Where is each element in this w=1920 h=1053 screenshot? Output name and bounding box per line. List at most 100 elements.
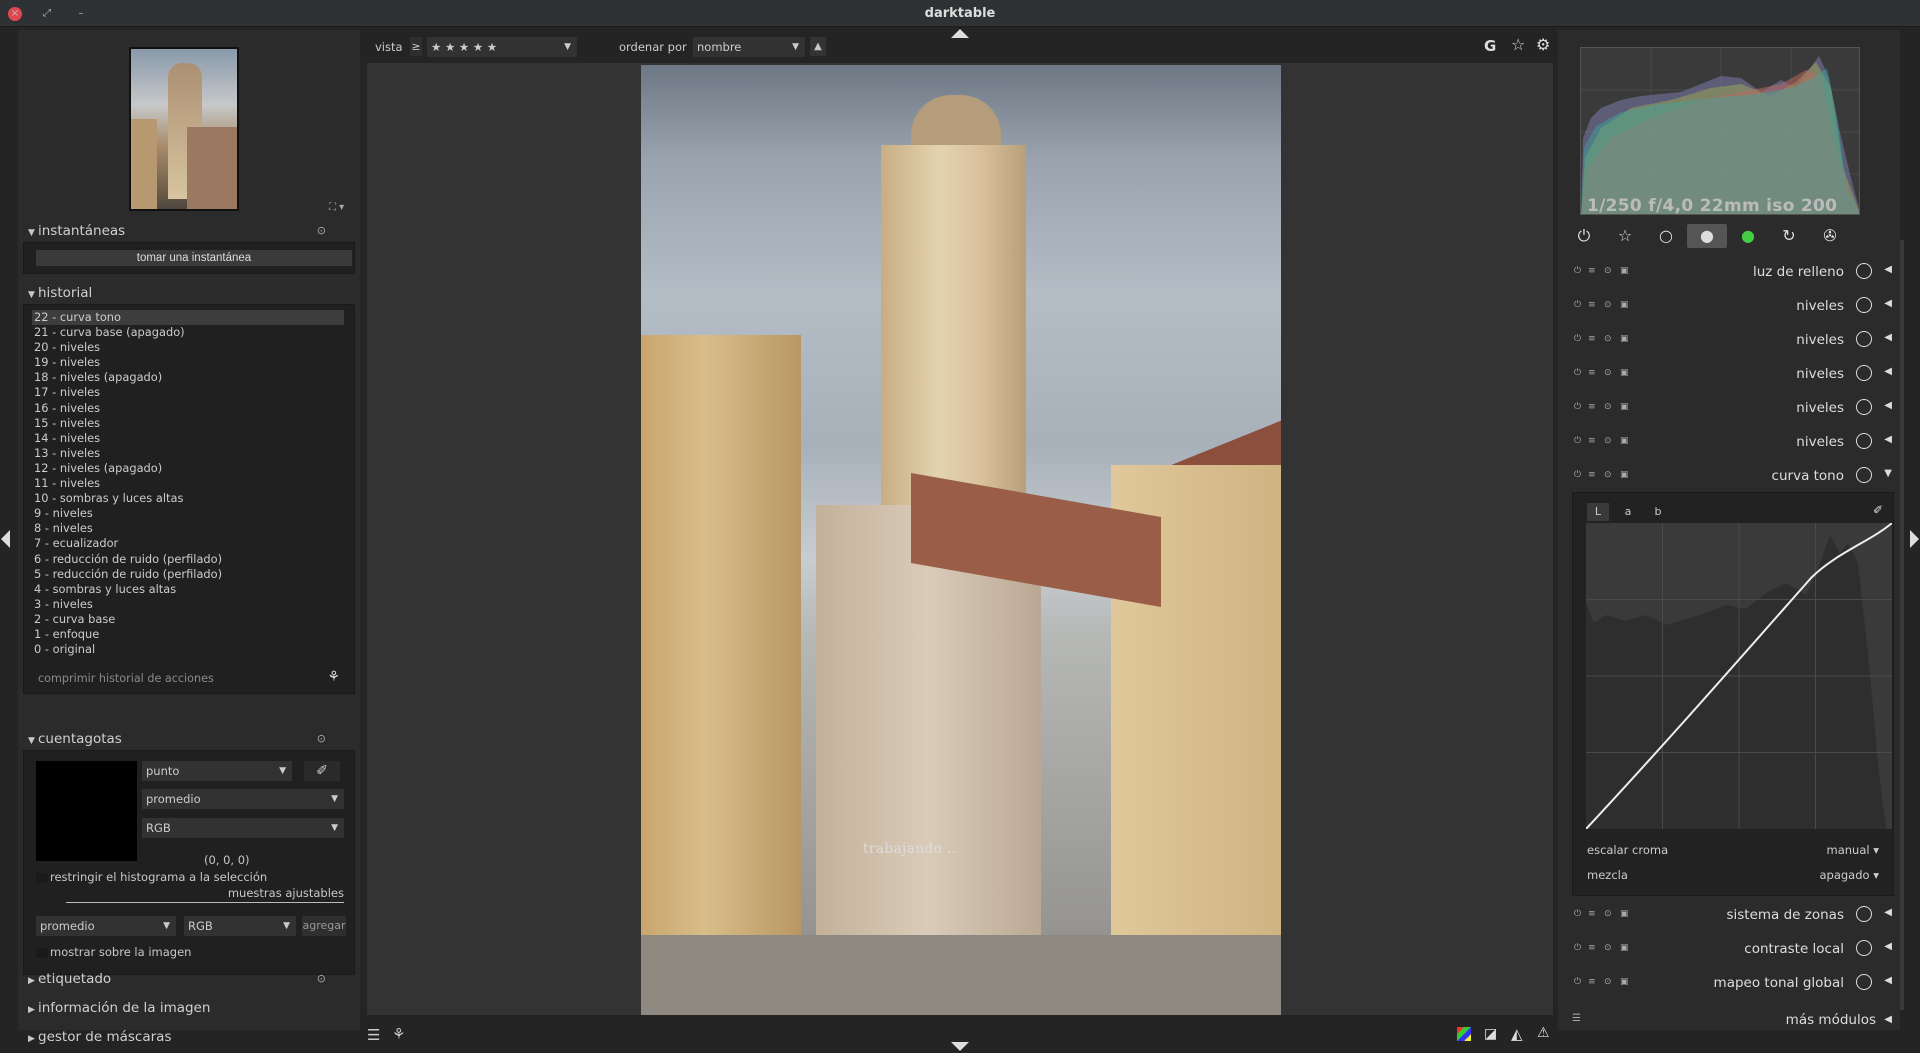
snapshots-header[interactable]: ▼ instantáneas ⊙ — [18, 220, 360, 242]
presets-menu-icon[interactable]: ≡ — [1588, 266, 1596, 276]
eyedropper-icon[interactable]: ✐ — [1873, 503, 1883, 517]
compress-history-button[interactable]: comprimir historial de acciones — [38, 672, 214, 685]
basic-group-circle-icon[interactable]: ○ — [1646, 224, 1686, 248]
history-item[interactable]: 9 - niveles — [24, 506, 354, 521]
color-assessment-icon[interactable] — [1457, 1027, 1471, 1041]
clipping-indicator-icon[interactable]: ◪ — [1484, 1026, 1497, 1042]
eyedropper-button[interactable]: ✐ — [304, 761, 340, 781]
quick-access-menu-icon[interactable]: ☰ — [367, 1026, 380, 1044]
history-item[interactable]: 22 - curva tono — [32, 310, 344, 326]
reset-icon[interactable]: ⊙ — [1604, 909, 1612, 919]
blend-select[interactable]: apagado ▾ — [1819, 868, 1879, 882]
reset-icon[interactable]: ⊙ — [1604, 266, 1612, 276]
image-info-header[interactable]: ▶ información de la imagen — [18, 997, 360, 1019]
power-icon[interactable]: ⏻ — [1574, 977, 1581, 987]
tab-b[interactable]: b — [1647, 503, 1669, 521]
multi-instance-icon[interactable]: ▣ — [1620, 368, 1629, 378]
power-icon[interactable]: ⏻ — [1574, 943, 1581, 953]
chevron-down-icon[interactable]: ▼ — [1884, 468, 1892, 479]
presets-menu-icon[interactable]: ≡ — [1588, 943, 1596, 953]
sample-statistic-select[interactable]: promedio ▼ — [36, 916, 176, 936]
toggle-right-panel-arrow[interactable] — [1910, 530, 1919, 548]
image-canvas[interactable]: trabajando .. — [367, 63, 1553, 1015]
grouping-button[interactable]: G — [1484, 37, 1496, 55]
history-item[interactable]: 6 - reducción de ruido (perfilado) — [24, 552, 354, 567]
history-item[interactable]: 20 - niveles — [24, 340, 354, 355]
presets-menu-icon[interactable]: ≡ — [1588, 402, 1596, 412]
chevron-left-icon[interactable]: ◀ — [1884, 400, 1892, 411]
history-item[interactable]: 10 - sombras y luces altas — [24, 491, 354, 506]
sort-select[interactable]: nombre ▼ — [693, 37, 805, 57]
presets-menu-icon[interactable]: ≡ — [1588, 368, 1596, 378]
reset-icon[interactable]: ⊙ — [1604, 334, 1612, 344]
chevron-left-icon[interactable]: ◀ — [1884, 941, 1892, 952]
photo-preview[interactable]: trabajando .. — [641, 65, 1281, 1015]
module-header[interactable]: ⏻ ≡ ⊙ ▣ niveles ◀ — [1566, 392, 1896, 426]
module-header[interactable]: ⏻ ≡ ⊙ ▣ luz de relleno ◀ — [1566, 256, 1896, 290]
history-item[interactable]: 16 - niveles — [24, 401, 354, 416]
multi-instance-icon[interactable]: ▣ — [1620, 470, 1629, 480]
history-item[interactable]: 2 - curva base — [24, 612, 354, 627]
reset-icon[interactable]: ⊙ — [1604, 977, 1612, 987]
module-header[interactable]: ⏻ ≡ ⊙ ▣ niveles ◀ — [1566, 290, 1896, 324]
power-icon[interactable]: ⏻ — [1574, 334, 1581, 344]
color-model-select[interactable]: RGB ▼ — [142, 818, 344, 838]
history-item[interactable]: 15 - niveles — [24, 416, 354, 431]
tone-curve-graph[interactable] — [1585, 522, 1893, 830]
styles-icon[interactable]: ⚘ — [392, 1025, 405, 1043]
take-snapshot-button[interactable]: tomar una instantánea — [36, 250, 352, 266]
history-item[interactable]: 18 - niveles (apagado) — [24, 370, 354, 385]
history-item[interactable]: 4 - sombras y luces altas — [24, 582, 354, 597]
chevron-left-icon[interactable]: ◀ — [1884, 298, 1892, 309]
reset-icon[interactable]: ⊙ — [1604, 943, 1612, 953]
statistic-select[interactable]: promedio ▼ — [142, 789, 344, 809]
history-item[interactable]: 17 - niveles — [24, 385, 354, 400]
power-icon[interactable]: ⏻ — [1574, 909, 1581, 919]
multi-instance-icon[interactable]: ▣ — [1620, 977, 1629, 987]
reset-icon[interactable]: ⊙ — [317, 728, 326, 750]
multi-instance-icon[interactable]: ▣ — [1620, 943, 1629, 953]
module-header[interactable]: ⏻ ≡ ⊙ ▣ curva tono ▼ — [1566, 460, 1896, 494]
chevron-left-icon[interactable]: ◀ — [1884, 907, 1892, 918]
chevron-left-icon[interactable]: ◀ — [1884, 332, 1892, 343]
zoom-dropdown[interactable]: ⛶ ▾ — [329, 202, 344, 213]
power-icon[interactable]: ⏻ — [1574, 470, 1581, 480]
sample-model-select[interactable]: RGB ▼ — [184, 916, 296, 936]
history-item[interactable]: 14 - niveles — [24, 431, 354, 446]
reset-icon[interactable]: ⊙ — [1604, 300, 1612, 310]
power-icon[interactable]: ⏻ — [1574, 436, 1581, 446]
presets-menu-icon[interactable]: ≡ — [1588, 470, 1596, 480]
reset-icon[interactable]: ⊙ — [1604, 402, 1612, 412]
history-item[interactable]: 7 - ecualizador — [24, 536, 354, 551]
presets-menu-icon[interactable]: ≡ — [1588, 334, 1596, 344]
softproof-icon[interactable]: ◭ — [1511, 1025, 1523, 1043]
gamut-check-icon[interactable]: ⚠ — [1537, 1025, 1550, 1041]
multi-instance-icon[interactable]: ▣ — [1620, 402, 1629, 412]
history-item[interactable]: 8 - niveles — [24, 521, 354, 536]
toggle-left-panel-arrow[interactable] — [1, 530, 10, 548]
tab-a[interactable]: a — [1617, 503, 1639, 521]
color-group-icon[interactable]: ● — [1728, 224, 1768, 248]
more-modules-button[interactable]: ☰ más módulos ◀ — [1566, 1008, 1896, 1034]
reset-icon[interactable]: ⊙ — [1604, 436, 1612, 446]
multi-instance-icon[interactable]: ▣ — [1620, 436, 1629, 446]
history-item[interactable]: 21 - curva base (apagado) — [24, 325, 354, 340]
presets-menu-icon[interactable]: ≡ — [1588, 909, 1596, 919]
presets-menu-icon[interactable]: ≡ — [1588, 977, 1596, 987]
rating-comparator-select[interactable]: ≥ — [410, 37, 422, 56]
multi-instance-icon[interactable]: ▣ — [1620, 909, 1629, 919]
reset-icon[interactable]: ⊙ — [1604, 470, 1612, 480]
mask-manager-header[interactable]: ▶ gestor de máscaras — [18, 1026, 360, 1048]
multi-instance-icon[interactable]: ▣ — [1620, 300, 1629, 310]
tagging-header[interactable]: ▶ etiquetado ⊙ — [18, 968, 360, 990]
presets-menu-icon[interactable]: ≡ — [1588, 436, 1596, 446]
module-header[interactable]: ⏻ ≡ ⊙ ▣ niveles ◀ — [1566, 426, 1896, 460]
add-sample-button[interactable]: agregar — [302, 916, 346, 936]
chevron-left-icon[interactable]: ◀ — [1884, 264, 1892, 275]
colorpicker-header[interactable]: ▼ cuentagotas ⊙ — [18, 728, 360, 750]
chevron-left-icon[interactable]: ◀ — [1884, 434, 1892, 445]
presets-menu-icon[interactable]: ≡ — [1588, 300, 1596, 310]
power-icon[interactable]: ⏻ — [1574, 368, 1581, 378]
history-item[interactable]: 12 - niveles (apagado) — [24, 461, 354, 476]
rating-filter-select[interactable]: ★ ★ ★ ★ ★ ▼ — [427, 37, 577, 57]
